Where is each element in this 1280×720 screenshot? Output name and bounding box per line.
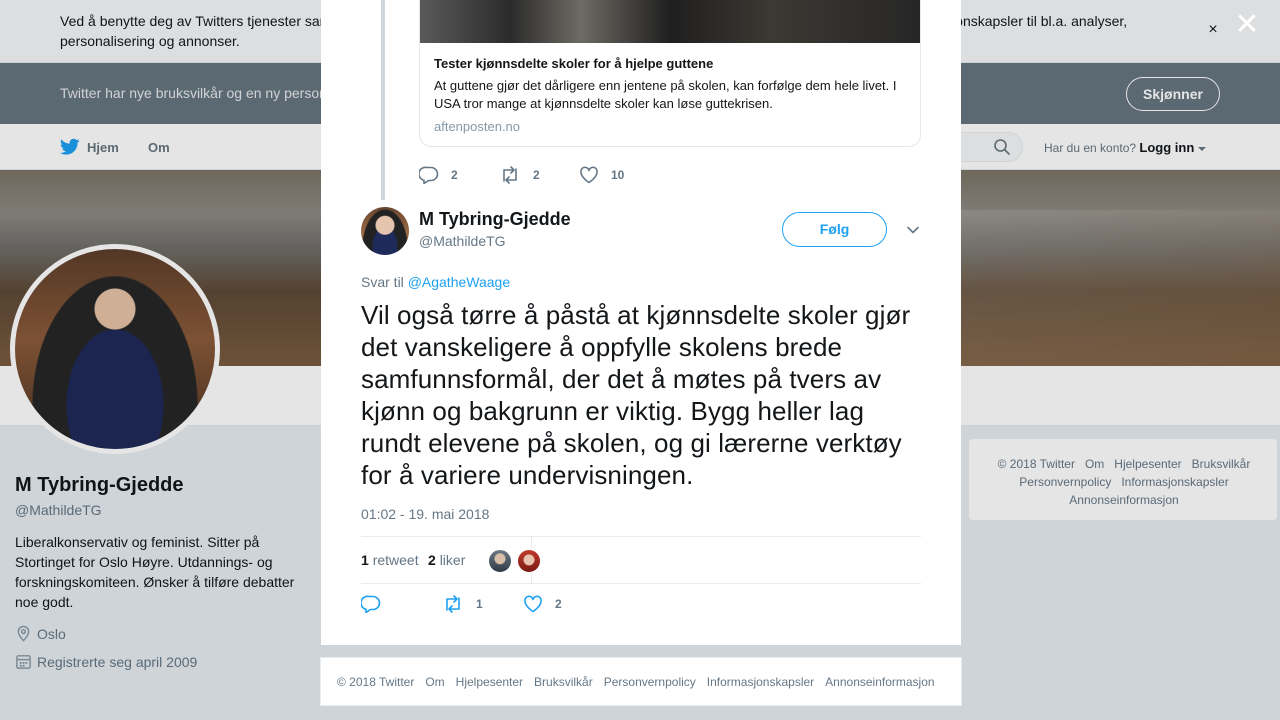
footer-link-cookies[interactable]: Informasjonskapsler (707, 675, 814, 689)
reply-context: Svar til @AgatheWaage (361, 274, 510, 290)
like-stat[interactable]: 2 liker (428, 552, 465, 568)
like-count: 2 (555, 597, 562, 611)
tweet-timestamp[interactable]: 01:02 - 19. mai 2018 (361, 506, 489, 522)
link-preview-description: At guttene gjør det dårligere enn jenten… (434, 78, 897, 111)
footer-link-terms[interactable]: Bruksvilkår (534, 675, 593, 689)
reply-icon (361, 595, 381, 613)
reply-icon (419, 166, 439, 184)
reply-button[interactable] (361, 595, 393, 613)
link-preview-image (420, 0, 920, 43)
reply-button[interactable]: 2 (419, 166, 458, 184)
retweet-stat-label: retweet (372, 552, 419, 568)
like-button[interactable]: 10 (579, 166, 624, 184)
retweet-count: 2 (533, 168, 540, 182)
reply-to-handle-link[interactable]: @AgatheWaage (408, 274, 510, 290)
liker-avatar[interactable] (517, 549, 541, 573)
retweet-stat-count: 1 (361, 552, 369, 568)
footer-link-about[interactable]: Om (425, 675, 444, 689)
link-preview-card[interactable]: Tester kjønnsdelte skoler for å hjelpe g… (419, 0, 921, 147)
tweet-text: Vil også tørre å påstå at kjønnsdelte sk… (361, 300, 911, 490)
footer-link-help[interactable]: Hjelpesenter (456, 675, 523, 689)
retweet-icon (503, 166, 517, 184)
like-stat-label: liker (439, 552, 466, 568)
like-stat-count: 2 (428, 552, 436, 568)
tweet-author-handle[interactable]: @MathildeTG (419, 233, 506, 249)
reply-count: 2 (451, 168, 458, 182)
follow-button[interactable]: Følg (782, 212, 887, 247)
tweet-author-name[interactable]: M Tybring-Gjedde (419, 209, 571, 230)
tweet-author-avatar[interactable] (361, 207, 409, 255)
like-count: 10 (611, 168, 625, 182)
footer-link-privacy[interactable]: Personvernpolicy (604, 675, 696, 689)
footer-link-ads[interactable]: Annonseinformasjon (825, 675, 934, 689)
thread-line (381, 0, 385, 200)
retweet-icon (446, 595, 460, 613)
reply-prefix: Svar til (361, 274, 404, 290)
like-button[interactable]: 2 (523, 595, 562, 613)
modal-footer: © 2018 Twitter Om Hjelpesenter Bruksvilkår P… (320, 657, 962, 706)
retweet-button[interactable]: 2 (499, 166, 540, 184)
link-preview-title: Tester kjønnsdelte skoler for å hjelpe g… (434, 56, 714, 71)
footer-copyright: © 2018 Twitter (337, 675, 415, 689)
liker-avatar[interactable] (488, 549, 512, 573)
retweet-count: 1 (476, 597, 483, 611)
retweet-button[interactable]: 1 (442, 595, 483, 613)
tweet-stats: 1 retweet 2 liker (361, 536, 921, 584)
retweet-stat[interactable]: 1 retweet (361, 552, 419, 568)
heart-icon (580, 166, 598, 184)
link-preview-domain: aftenposten.no (434, 119, 521, 134)
heart-icon (524, 595, 542, 613)
close-icon[interactable]: ✕ (1234, 10, 1260, 40)
chevron-down-icon[interactable] (905, 222, 921, 238)
